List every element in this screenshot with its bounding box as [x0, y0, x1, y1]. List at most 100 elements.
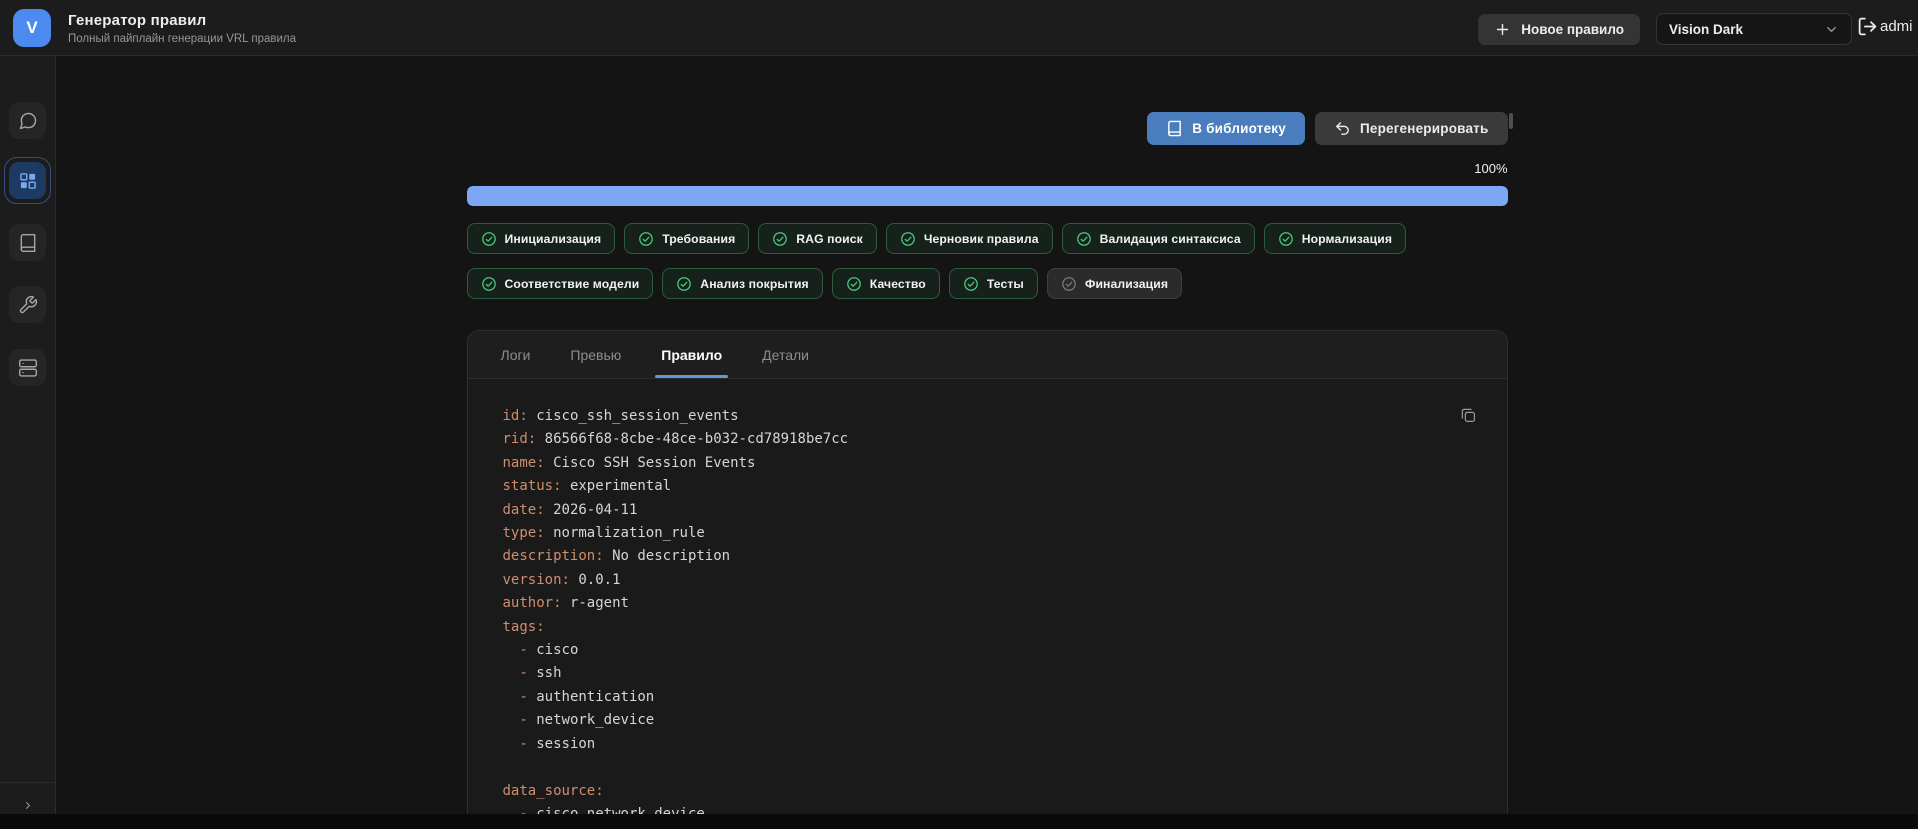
app-logo: V — [13, 9, 51, 47]
chevron-down-icon — [1827, 26, 1836, 32]
regenerate-button[interactable]: Перегенерировать — [1314, 112, 1508, 145]
stage-label: Нормализация — [1301, 231, 1393, 246]
result-panel: Логи Превью Правило Детали id: cisco_ssh… — [466, 330, 1508, 829]
tab-bar: Логи Превью Правило Детали — [467, 331, 1507, 379]
page-subtitle: Полный пайплайн генерации VRL правила — [68, 32, 297, 45]
plus-icon — [1497, 23, 1509, 36]
chevron-right-icon — [26, 801, 30, 809]
check-circle-icon — [639, 231, 654, 246]
pipeline-grid-icon — [19, 172, 36, 189]
check-circle-icon — [481, 276, 496, 291]
brand: V Генератор правил Полный пайплайн генер… — [13, 9, 296, 47]
theme-select-value: Vision Dark — [1669, 21, 1744, 37]
undo-icon — [1336, 122, 1349, 135]
stage-badge: RAG поиск — [758, 223, 877, 254]
code-line: id: cisco_ssh_session_events — [502, 408, 739, 424]
to-library-label: В библиотеку — [1192, 121, 1286, 136]
rule-code-block: id: cisco_ssh_session_events rid: 86566f6… — [467, 379, 1507, 829]
stage-label: Качество — [869, 276, 926, 291]
app-header: V Генератор правил Полный пайплайн генер… — [0, 0, 1918, 56]
sidebar-item-pipeline[interactable] — [4, 157, 51, 204]
code-line: - network_device — [519, 712, 655, 729]
code-line: data_source: — [502, 782, 604, 799]
stage-badge: Инициализация — [466, 223, 616, 254]
theme-select[interactable]: Vision Dark — [1656, 13, 1852, 45]
code-line: description: No description — [502, 548, 731, 565]
stage-badge: Финализация — [1046, 268, 1183, 299]
tab-label: Логи — [500, 346, 531, 363]
stage-label: Анализ покрытия — [700, 276, 809, 291]
sidebar-divider — [0, 782, 55, 783]
code-line: name: Cisco SSH Session Events — [502, 454, 756, 471]
scrollbar-thumb[interactable] — [1509, 113, 1513, 129]
bottom-strip — [0, 814, 1918, 829]
sidebar-item-library[interactable] — [9, 224, 46, 261]
stage-badge: Требования — [624, 223, 750, 254]
new-rule-button[interactable]: Новое правило — [1478, 14, 1640, 45]
code-line: date: 2026-04-11 — [502, 501, 638, 518]
check-circle-icon — [963, 276, 978, 291]
code-line: version: 0.0.1 — [502, 571, 621, 588]
pipeline-stages: Инициализация Требования RAG поиск Черно… — [466, 223, 1508, 299]
sidebar-item-tools[interactable] — [9, 286, 46, 323]
tab-label: Правило — [661, 346, 723, 363]
book-icon — [1168, 120, 1182, 137]
tab-logs[interactable]: Логи — [481, 331, 551, 378]
code-line: type: normalization_rule — [502, 525, 705, 542]
library-book-icon — [20, 233, 35, 252]
copy-button[interactable] — [1453, 400, 1483, 430]
code-line: - session — [519, 735, 596, 752]
stage-badge: Тесты — [948, 268, 1038, 299]
regenerate-label: Перегенерировать — [1359, 121, 1489, 136]
tab-rule[interactable]: Правило — [641, 331, 742, 378]
check-circle-icon — [900, 231, 915, 246]
check-circle-icon — [1076, 231, 1091, 246]
stage-badge: Соответствие модели — [466, 268, 654, 299]
stage-label: Черновик правила — [923, 231, 1039, 246]
sidebar-item-servers[interactable] — [9, 349, 46, 386]
check-circle-icon — [846, 276, 861, 291]
progress-fill — [466, 186, 1508, 206]
copy-icon — [1461, 408, 1475, 422]
progress-percent: 100% — [1474, 161, 1508, 176]
stage-label: Требования — [662, 231, 736, 246]
stage-label: Соответствие модели — [504, 276, 640, 291]
wrench-icon — [19, 295, 37, 313]
app-window: V Генератор правил Полный пайплайн генер… — [0, 0, 1918, 829]
stage-badge: Качество — [831, 268, 940, 299]
to-library-button[interactable]: В библиотеку — [1147, 112, 1305, 145]
code-line: author: r-agent — [502, 595, 629, 612]
stage-label: Тесты — [986, 276, 1024, 291]
actions-row: В библиотеку Перегенерировать — [467, 112, 1508, 145]
sidebar-item-chat[interactable] — [9, 102, 46, 139]
tab-label: Превью — [570, 346, 622, 363]
stage-badge: Анализ покрытия — [662, 268, 823, 299]
stage-label: RAG поиск — [796, 231, 863, 246]
check-circle-icon — [481, 231, 496, 246]
chat-icon — [19, 112, 36, 129]
code-line: status: experimental — [502, 478, 672, 495]
code-line: - ssh — [519, 665, 562, 682]
main-content: В библиотеку Перегенерировать 100% Иници… — [56, 56, 1918, 829]
logout-icon — [1858, 17, 1877, 36]
tab-details[interactable]: Детали — [742, 331, 829, 378]
check-circle-icon — [1278, 231, 1293, 246]
logout-user[interactable]: admi — [1857, 16, 1913, 37]
user-label: admi — [1880, 18, 1913, 35]
stage-badge: Валидация синтаксиса — [1061, 223, 1255, 254]
stage-label: Валидация синтаксиса — [1099, 231, 1241, 246]
check-circle-icon — [1062, 276, 1076, 291]
sidebar — [0, 56, 56, 829]
tab-preview[interactable]: Превью — [550, 331, 641, 378]
server-icon — [18, 358, 37, 377]
page-title: Генератор правил — [68, 11, 207, 29]
stage-badge: Черновик правила — [885, 223, 1053, 254]
code-line: - authentication — [519, 688, 655, 705]
rule-code-lines: id: cisco_ssh_session_events rid: 86566f6… — [468, 379, 1507, 826]
stage-label: Инициализация — [504, 231, 602, 246]
code-line: tags: — [502, 618, 545, 635]
progress-bar — [466, 186, 1508, 206]
tab-label: Детали — [762, 346, 809, 363]
check-circle-icon — [677, 276, 692, 291]
